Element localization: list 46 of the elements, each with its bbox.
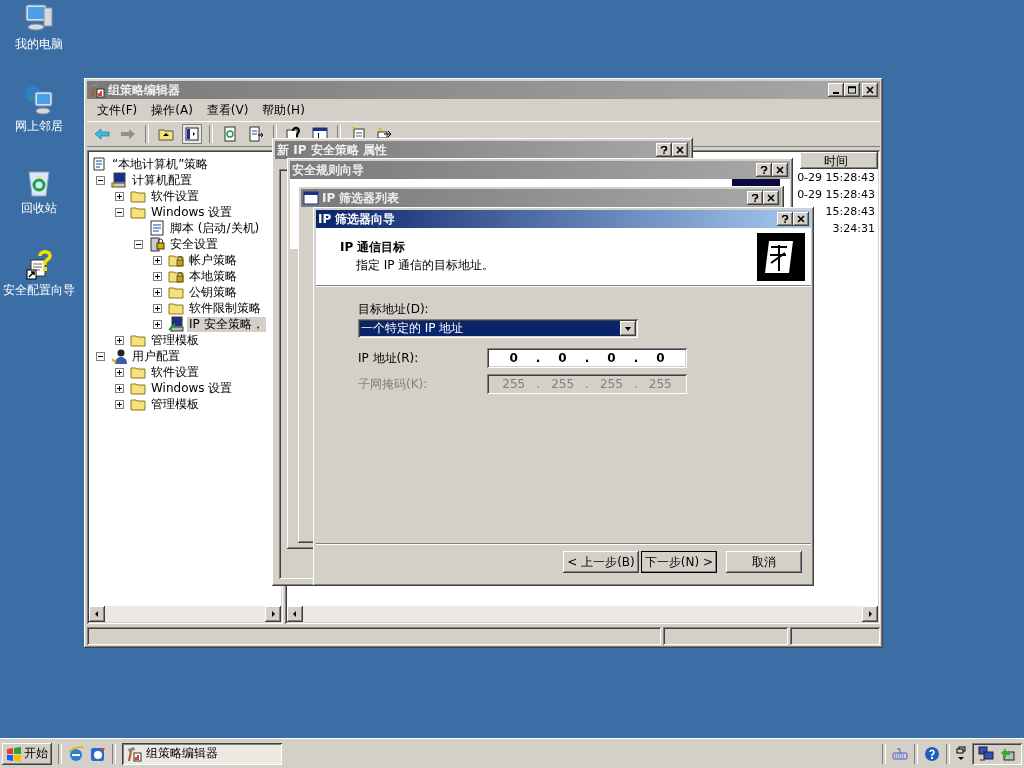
tree-item[interactable]: 帐户策略 — [187, 252, 239, 268]
tree-item[interactable]: 软件设置 — [149, 188, 201, 204]
dialog-title: IP 筛选器列表 — [322, 189, 401, 207]
tree-item[interactable]: Windows 设置 — [149, 380, 235, 396]
wizard-button[interactable]: < 上一步(B) — [563, 551, 639, 573]
start-button[interactable]: 开始 — [2, 742, 52, 765]
tree-item[interactable]: 公钥策略 — [187, 284, 239, 300]
destination-dropdown[interactable]: 一个特定的 IP 地址 — [358, 319, 638, 338]
table-cell-text: 0-29 15:28:43 — [797, 188, 875, 203]
menu-item[interactable]: 查看(V) — [200, 102, 255, 118]
desktop-icon-label[interactable]: 我的电脑 — [15, 36, 63, 53]
tree-item[interactable]: 本地策略 — [187, 268, 239, 284]
dialog-title: 安全规则向导 — [292, 161, 365, 179]
tree-item[interactable]: IP 安全策略， — [187, 316, 266, 332]
dialog-title: IP 筛选器向导 — [318, 210, 397, 228]
wizard-button[interactable]: 取消 — [726, 551, 802, 573]
wizard-button[interactable]: 下一步(N) > — [640, 551, 717, 573]
field-label: 子网掩码(K): — [358, 375, 429, 393]
tree-item[interactable]: 用户配置 — [130, 348, 182, 364]
tree-item[interactable]: 脚本 (启动/关机) — [168, 220, 262, 236]
menu-item[interactable]: 文件(F) — [91, 102, 144, 118]
menu-item[interactable]: 帮助(H) — [256, 102, 311, 118]
tree-item[interactable]: Windows 设置 — [149, 204, 235, 220]
table-cell-text: 0-29 15:28:43 — [797, 171, 875, 186]
tree-item[interactable]: 软件设置 — [149, 364, 201, 380]
menu-item[interactable]: 操作(A) — [145, 102, 199, 118]
tree-item[interactable]: 管理模板 — [149, 396, 201, 412]
dialog-title: 新 IP 安全策略 属性 — [277, 141, 388, 159]
taskbar-button[interactable]: 组策略编辑器 — [122, 742, 282, 765]
desktop-icon-label[interactable]: 安全配置向导 — [3, 282, 75, 299]
tree-item[interactable]: 软件限制策略 — [187, 300, 263, 316]
tree-item[interactable]: 管理模板 — [149, 332, 201, 348]
column-header[interactable]: 时间 — [800, 152, 878, 169]
ip-address-field[interactable]: 0 . 0 . 0 . 0 — [487, 348, 687, 368]
window-title: 组策略编辑器 — [108, 81, 181, 99]
tree-item[interactable]: 计算机配置 — [130, 172, 194, 188]
wizard-heading: IP 通信目标 — [340, 239, 407, 256]
tree-item[interactable]: 安全设置 — [168, 236, 220, 252]
table-cell-text: 15:28:43 — [825, 205, 875, 220]
field-label: 目标地址(D): — [358, 301, 430, 318]
table-cell-text: 3:24:31 — [832, 222, 875, 237]
desktop-icon-label[interactable]: 网上邻居 — [15, 118, 63, 135]
tree-item[interactable]: “本地计算机”策略 — [110, 156, 211, 172]
wizard-subheading: 指定 IP 通信的目标地址。 — [355, 257, 496, 274]
field-label: IP 地址(R): — [358, 349, 420, 367]
desktop-icon-label[interactable]: 回收站 — [21, 200, 57, 217]
